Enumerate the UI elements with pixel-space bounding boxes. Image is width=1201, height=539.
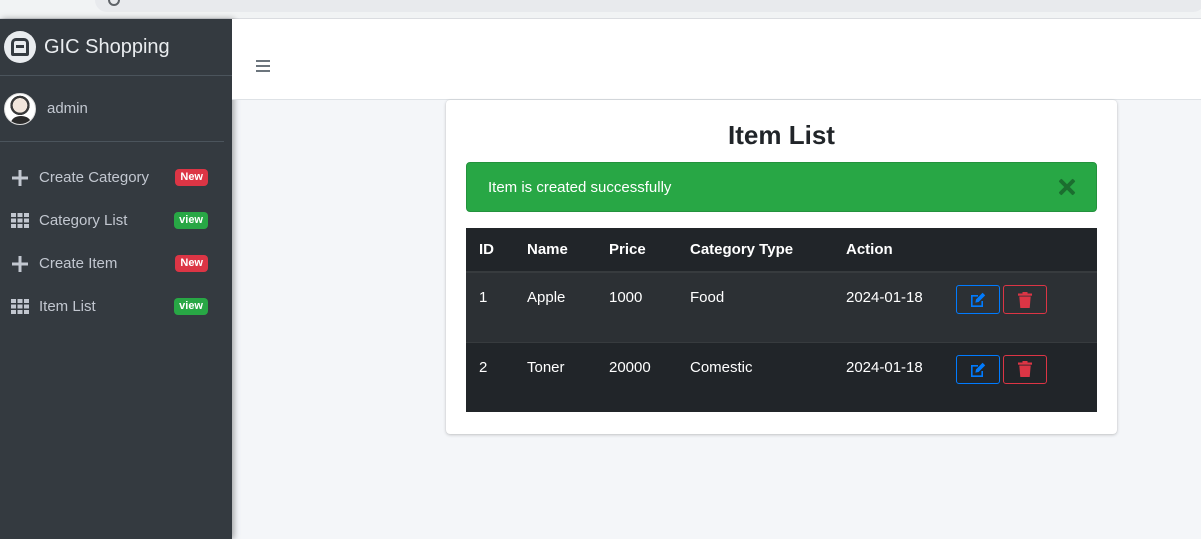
grid-icon bbox=[10, 297, 30, 317]
grid-icon bbox=[10, 211, 30, 231]
sidebar-item-label: Item List bbox=[39, 298, 96, 315]
cell-date: 2024-01-18 bbox=[833, 271, 956, 342]
plus-icon bbox=[10, 168, 30, 188]
item-table: ID Name Price Category Type Action 1 App… bbox=[466, 228, 1097, 412]
cell-date: 2024-01-18 bbox=[833, 341, 956, 412]
column-header-empty bbox=[956, 228, 1097, 273]
brand-name: GIC Shopping bbox=[44, 35, 170, 58]
cell-name: Apple bbox=[514, 271, 596, 342]
sidebar-item-label: Create Category bbox=[39, 169, 150, 186]
cell-price: 20000 bbox=[596, 341, 677, 412]
edit-icon bbox=[971, 292, 986, 307]
edit-button[interactable] bbox=[956, 354, 1000, 384]
sidebar: GIC Shopping admin Create Category New C… bbox=[0, 19, 232, 539]
user-panel[interactable]: admin bbox=[0, 76, 224, 142]
sidebar-item-label: Category List bbox=[39, 212, 128, 229]
browser-toolbar bbox=[0, 0, 1201, 19]
brand-link[interactable]: GIC Shopping bbox=[0, 19, 232, 76]
top-navbar bbox=[232, 19, 1201, 100]
sidebar-nav: Create Category New Category List view C… bbox=[0, 156, 232, 328]
column-header: Name bbox=[514, 228, 596, 273]
cell-actions bbox=[956, 271, 1097, 342]
new-badge: New bbox=[175, 255, 208, 272]
brand-logo-icon bbox=[4, 31, 36, 63]
cell-id: 1 bbox=[466, 271, 514, 342]
cell-id: 2 bbox=[466, 341, 514, 412]
view-badge: view bbox=[174, 212, 208, 229]
trash-icon bbox=[1018, 291, 1032, 308]
user-name: admin bbox=[47, 100, 88, 117]
cell-price: 1000 bbox=[596, 271, 677, 342]
edit-icon bbox=[971, 362, 986, 377]
table-row: 1 Apple 1000 Food 2024-01-18 bbox=[466, 271, 1097, 342]
sidebar-item-category-list[interactable]: Category List view bbox=[0, 199, 232, 242]
address-bar[interactable] bbox=[95, 0, 1201, 12]
plus-icon bbox=[10, 254, 30, 274]
close-icon[interactable] bbox=[1056, 176, 1078, 198]
table-header-row: ID Name Price Category Type Action bbox=[466, 228, 1097, 273]
cell-category: Food bbox=[677, 271, 833, 342]
table-row: 2 Toner 20000 Comestic 2024-01-18 bbox=[466, 341, 1097, 412]
column-header: Action bbox=[833, 228, 956, 273]
sidebar-item-create-item[interactable]: Create Item New bbox=[0, 242, 232, 285]
sidebar-item-item-list[interactable]: Item List view bbox=[0, 285, 232, 328]
avatar bbox=[4, 92, 36, 125]
new-badge: New bbox=[175, 169, 208, 186]
page-title: Item List bbox=[728, 120, 835, 150]
sidebar-item-label: Create Item bbox=[39, 255, 118, 272]
hamburger-icon[interactable] bbox=[256, 60, 270, 72]
column-header: ID bbox=[466, 228, 514, 273]
item-list-card: Item List Item is created successfully I… bbox=[446, 100, 1117, 434]
delete-button[interactable] bbox=[1003, 285, 1047, 314]
alert-message: Item is created successfully bbox=[488, 178, 672, 196]
column-header: Category Type bbox=[677, 228, 833, 273]
sidebar-item-create-category[interactable]: Create Category New bbox=[0, 156, 232, 199]
cell-category: Comestic bbox=[677, 341, 833, 412]
view-badge: view bbox=[174, 298, 208, 315]
delete-button[interactable] bbox=[1003, 354, 1047, 384]
edit-button[interactable] bbox=[956, 285, 1000, 314]
cell-name: Toner bbox=[514, 341, 596, 412]
trash-icon bbox=[1018, 361, 1032, 377]
success-alert: Item is created successfully bbox=[466, 162, 1097, 212]
cell-actions bbox=[956, 341, 1097, 412]
column-header: Price bbox=[596, 228, 677, 273]
